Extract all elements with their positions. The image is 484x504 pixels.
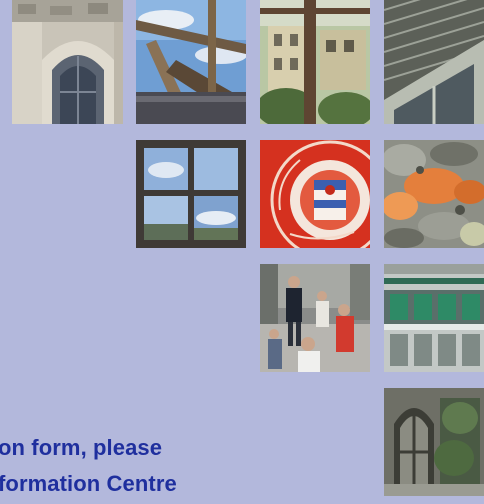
photo-timber-frame-sky [136,0,246,124]
photo-stone-arch-window [12,0,123,124]
cta-line-2: formation Centre [0,471,177,496]
cta-line-1: on form, please [0,435,163,460]
photo-orange-lichen-stone [384,140,484,248]
photo-reading-school-crest [260,140,370,248]
call-to-action-text: on form, please formation Centre [0,430,478,502]
photo-modern-glass-building [384,264,484,372]
photo-window-reflection [136,140,246,248]
photo-louvred-facade [384,0,484,124]
photo-students-walking [260,264,370,372]
brochure-page: on form, please formation Centre [0,0,484,504]
photo-building-through-frame [260,0,370,124]
